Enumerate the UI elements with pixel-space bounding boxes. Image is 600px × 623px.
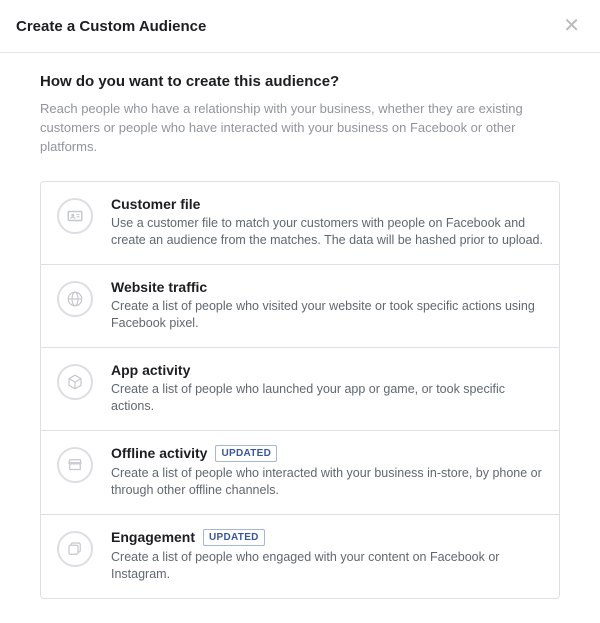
modal-body: How do you want to create this audience?… xyxy=(0,53,600,623)
store-icon xyxy=(57,447,93,483)
updated-badge: UPDATED xyxy=(203,529,265,546)
option-body: Customer file Use a customer file to mat… xyxy=(111,196,543,250)
close-icon: ✕ xyxy=(563,15,580,37)
option-website-traffic[interactable]: Website traffic Create a list of people … xyxy=(41,265,559,348)
option-customer-file[interactable]: Customer file Use a customer file to mat… xyxy=(41,182,559,265)
engagement-icon xyxy=(57,531,93,567)
close-button[interactable]: ✕ xyxy=(559,14,584,38)
option-app-activity[interactable]: App activity Create a list of people who… xyxy=(41,348,559,431)
question-subtitle: Reach people who have a relationship wit… xyxy=(40,100,560,157)
modal-title: Create a Custom Audience xyxy=(16,18,206,35)
option-description: Create a list of people who interacted w… xyxy=(111,465,543,500)
globe-icon xyxy=(57,281,93,317)
option-title: Customer file xyxy=(111,196,200,212)
id-card-icon xyxy=(57,198,93,234)
option-body: Engagement UPDATED Create a list of peop… xyxy=(111,529,543,584)
option-description: Create a list of people who visited your… xyxy=(111,298,543,333)
option-description: Create a list of people who launched you… xyxy=(111,381,543,416)
cube-icon xyxy=(57,364,93,400)
modal-header: Create a Custom Audience ✕ xyxy=(0,0,600,53)
option-description: Create a list of people who engaged with… xyxy=(111,549,543,584)
option-description: Use a customer file to match your custom… xyxy=(111,215,543,250)
option-title: Engagement xyxy=(111,529,195,545)
option-offline-activity[interactable]: Offline activity UPDATED Create a list o… xyxy=(41,431,559,515)
option-title: Offline activity xyxy=(111,445,207,461)
option-engagement[interactable]: Engagement UPDATED Create a list of peop… xyxy=(41,515,559,598)
option-body: Offline activity UPDATED Create a list o… xyxy=(111,445,543,500)
options-list: Customer file Use a customer file to mat… xyxy=(40,181,560,599)
option-body: App activity Create a list of people who… xyxy=(111,362,543,416)
updated-badge: UPDATED xyxy=(215,445,277,462)
option-body: Website traffic Create a list of people … xyxy=(111,279,543,333)
question-heading: How do you want to create this audience? xyxy=(40,73,560,90)
option-title: App activity xyxy=(111,362,190,378)
option-title: Website traffic xyxy=(111,279,207,295)
